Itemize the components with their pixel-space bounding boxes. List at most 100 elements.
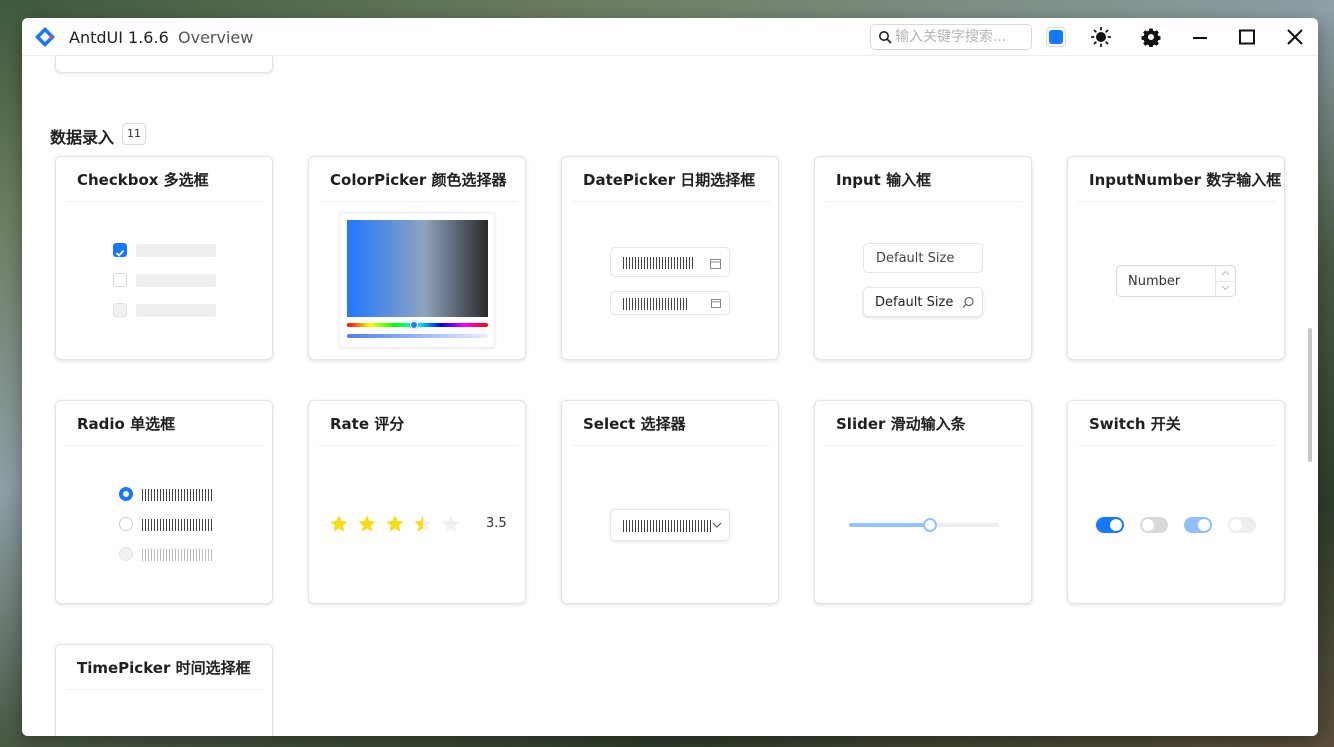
checkbox-disabled	[113, 303, 127, 317]
card-title: Rate 评分	[330, 415, 405, 433]
card-title: Input 输入框	[836, 171, 932, 189]
minimize-icon[interactable]	[1190, 27, 1210, 47]
select-value-text	[623, 520, 713, 532]
content-area: 数据录入 11 Checkbox 多选框 ColorPicker 颜色选择器 D…	[22, 56, 1318, 736]
card-title: Slider 滑动输入条	[836, 415, 966, 433]
radio-label	[142, 519, 212, 531]
theme-color-button[interactable]	[1046, 27, 1066, 47]
section-count-badge: 11	[122, 123, 146, 145]
date-value-text	[623, 257, 693, 269]
app-window: AntdUI 1.6.6 Overview 输入关键字搜索... 数据录入 11…	[22, 18, 1318, 736]
card-select[interactable]: Select 选择器	[561, 400, 779, 604]
card-rate[interactable]: Rate 评分 3.5	[308, 400, 526, 604]
antdui-logo-icon	[35, 27, 55, 47]
card-input[interactable]: Input 输入框 Default Size Default Size	[814, 156, 1032, 360]
search-icon	[879, 31, 892, 44]
input-with-search: Default Size	[863, 287, 983, 317]
maximize-icon[interactable]	[1237, 27, 1257, 47]
divider	[825, 445, 1023, 446]
card-title: Radio 单选框	[77, 415, 176, 433]
previous-card-bottom	[55, 56, 273, 73]
radio-label	[142, 549, 212, 561]
card-title: Select 选择器	[583, 415, 686, 433]
card-title: TimePicker 时间选择框	[77, 659, 251, 677]
datepicker-input-small	[610, 291, 730, 315]
calendar-icon	[710, 259, 721, 269]
star-icon[interactable]	[413, 514, 433, 534]
placeholder-bar	[136, 244, 216, 257]
rate-value: 3.5	[486, 516, 507, 531]
input-value: Default Size	[875, 295, 954, 310]
divider	[319, 445, 517, 446]
placeholder-bar	[136, 304, 216, 317]
divider	[1078, 201, 1276, 202]
alpha-slider	[347, 334, 488, 338]
divider	[66, 689, 264, 690]
stepper-divider	[1216, 281, 1236, 282]
star-icon[interactable]	[441, 514, 461, 534]
card-inputnumber[interactable]: InputNumber 数字输入框 Number	[1067, 156, 1285, 360]
inputnumber-field: Number	[1116, 265, 1236, 297]
datepicker-input	[610, 247, 730, 277]
card-title: InputNumber 数字输入框	[1089, 171, 1282, 189]
divider	[66, 445, 264, 446]
check-icon	[115, 249, 125, 257]
card-datepicker[interactable]: DatePicker 日期选择框	[561, 156, 779, 360]
scrollbar[interactable]	[1308, 328, 1312, 462]
page-subtitle: Overview	[178, 28, 254, 47]
slider-handle	[923, 518, 937, 532]
slider-track	[849, 518, 999, 532]
radio-unchecked	[119, 517, 133, 531]
colorpicker-panel	[339, 212, 495, 348]
card-checkbox[interactable]: Checkbox 多选框	[55, 156, 273, 360]
switch-on-disabled	[1184, 517, 1212, 533]
sun-icon[interactable]	[1091, 27, 1111, 47]
input-default: Default Size	[863, 243, 983, 273]
gear-icon[interactable]	[1141, 27, 1161, 47]
star-icon[interactable]	[357, 514, 377, 534]
divider	[825, 201, 1023, 202]
divider	[319, 201, 517, 202]
card-title: Switch 开关	[1089, 415, 1181, 433]
card-switch[interactable]: Switch 开关	[1067, 400, 1285, 604]
radio-checked	[119, 487, 133, 501]
radio-disabled	[119, 547, 133, 561]
theme-color-swatch	[1049, 30, 1063, 44]
card-title: ColorPicker 颜色选择器	[330, 171, 507, 189]
switch-on	[1096, 517, 1124, 533]
section-title: 数据录入	[50, 128, 115, 147]
card-radio[interactable]: Radio 单选框	[55, 400, 273, 604]
star-icon[interactable]	[385, 514, 405, 534]
chevron-down-icon	[712, 522, 722, 528]
close-icon[interactable]	[1285, 27, 1305, 47]
card-slider[interactable]: Slider 滑动输入条	[814, 400, 1032, 604]
card-title: Checkbox 多选框	[77, 171, 209, 189]
inputnumber-placeholder: Number	[1128, 274, 1181, 289]
card-colorpicker[interactable]: ColorPicker 颜色选择器	[308, 156, 526, 360]
chevron-up-icon	[1221, 270, 1230, 276]
switch-off	[1140, 517, 1168, 533]
date-value-text	[623, 298, 689, 310]
placeholder-bar	[136, 274, 216, 287]
card-title: DatePicker 日期选择框	[583, 171, 756, 189]
divider	[1078, 445, 1276, 446]
titlebar: AntdUI 1.6.6 Overview	[22, 18, 1318, 56]
calendar-icon	[711, 299, 721, 308]
switch-off-disabled	[1228, 517, 1256, 533]
divider	[572, 445, 770, 446]
input-value: Default Size	[876, 251, 955, 266]
hue-handle	[410, 321, 418, 329]
select-box	[610, 509, 730, 541]
color-saturation-area	[347, 220, 488, 317]
search-icon	[962, 296, 974, 308]
chevron-down-icon	[1221, 285, 1230, 291]
app-title: AntdUI 1.6.6	[69, 28, 169, 47]
divider	[572, 201, 770, 202]
radio-label	[142, 489, 212, 501]
search-input[interactable]	[895, 28, 1027, 46]
checkbox-unchecked	[113, 273, 127, 287]
slider-fill	[849, 523, 930, 527]
star-icon[interactable]	[329, 514, 349, 534]
search-box[interactable]	[870, 24, 1032, 50]
card-timepicker[interactable]: TimePicker 时间选择框	[55, 644, 273, 736]
